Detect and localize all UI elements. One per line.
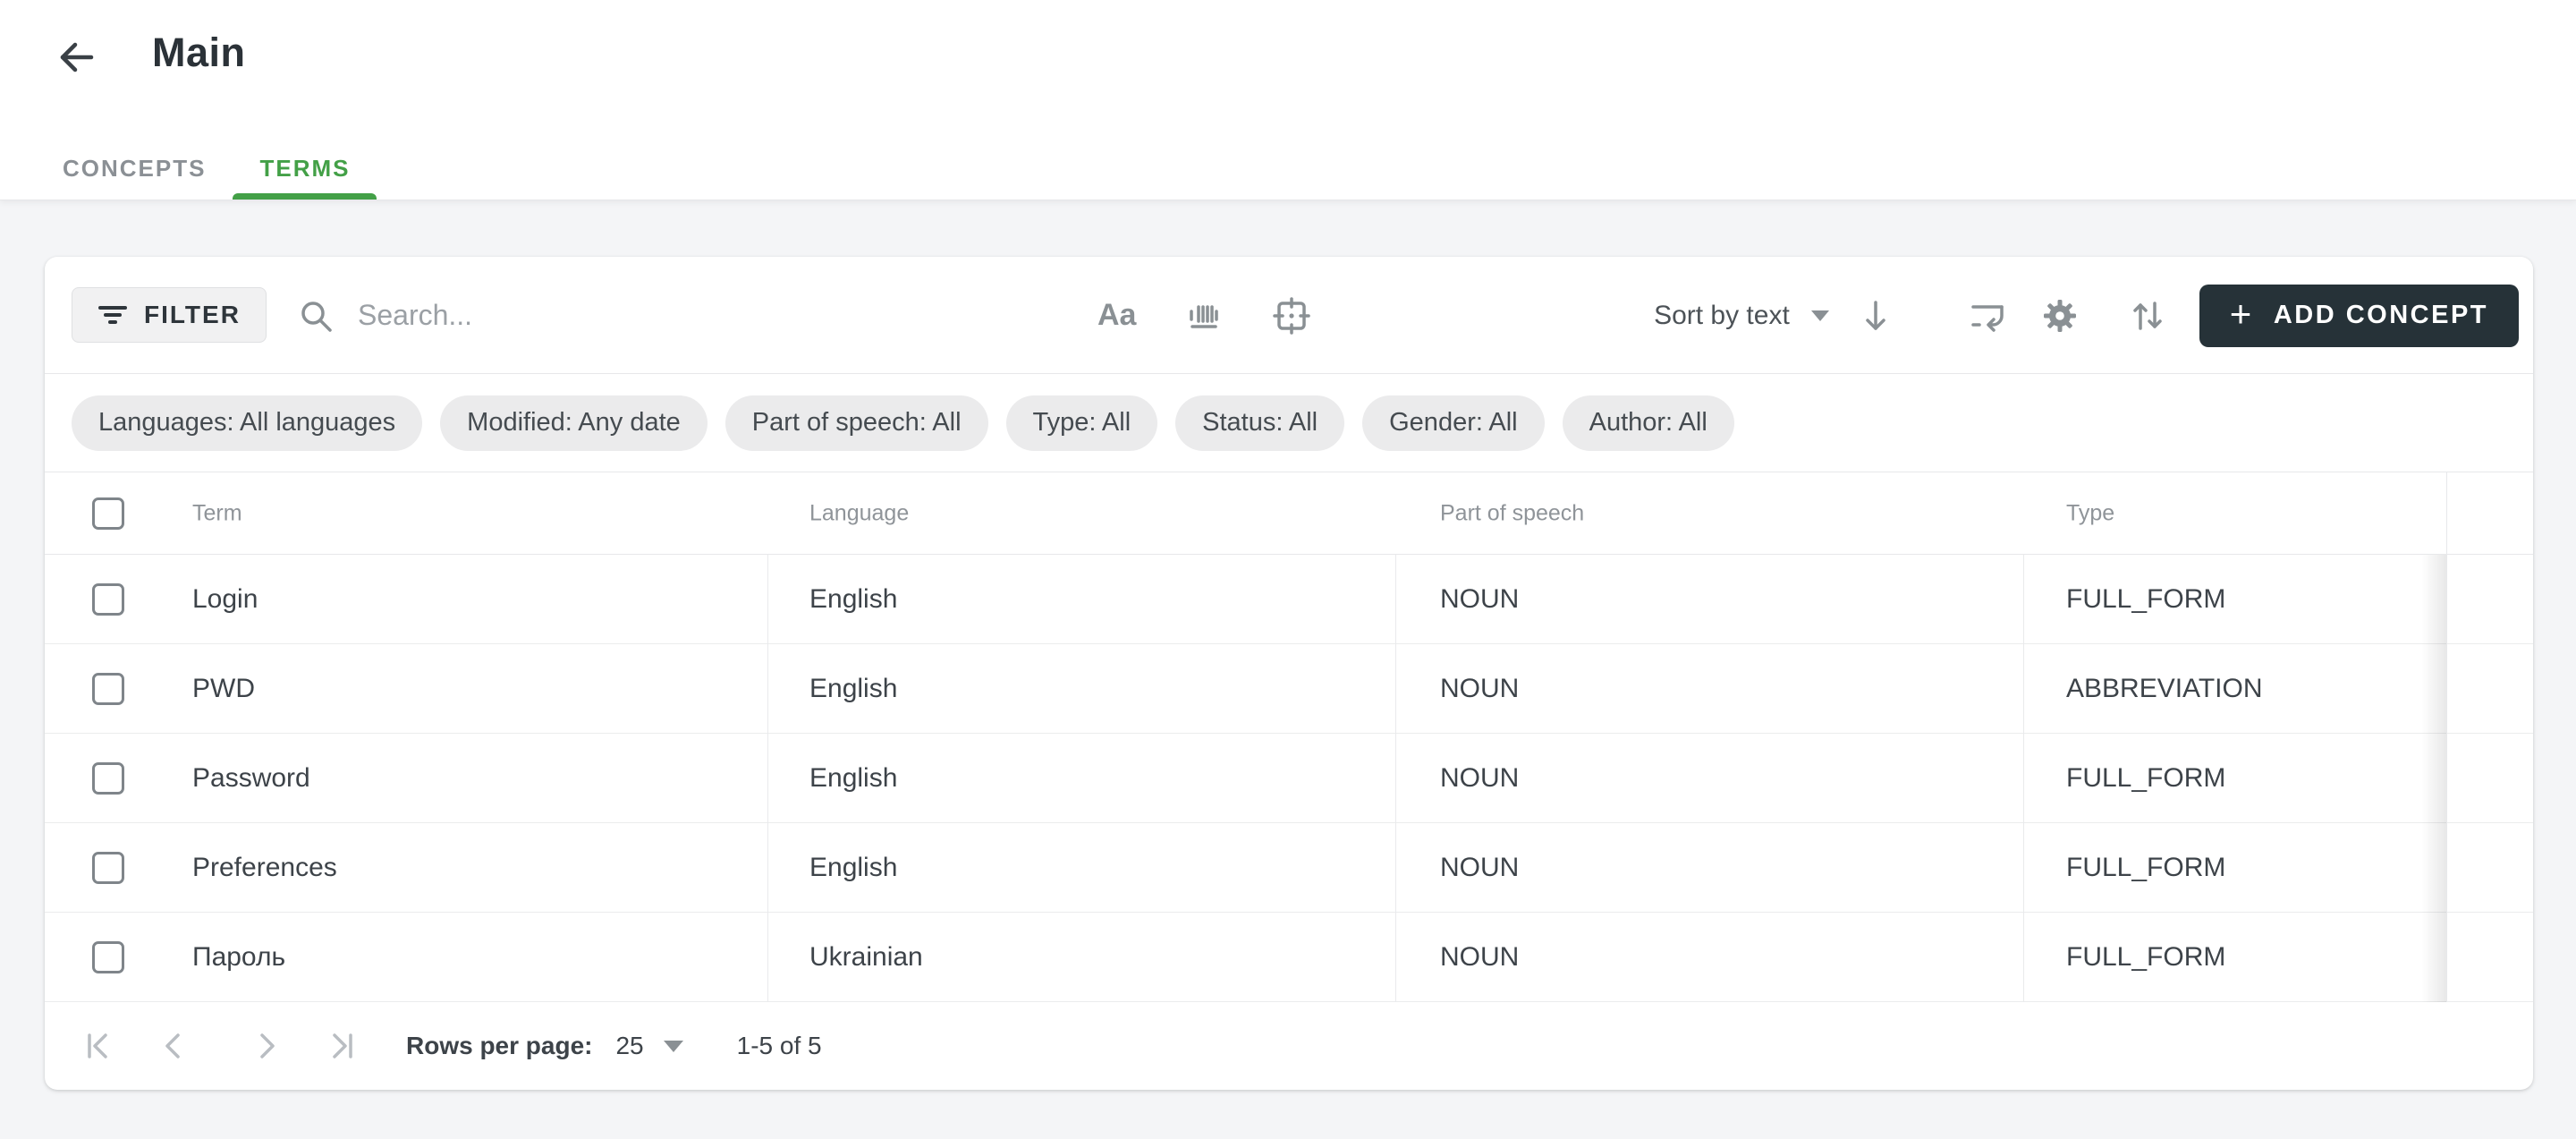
sort-direction-icon[interactable] (1856, 296, 1895, 336)
cell-type: ABBREVIATION (2066, 674, 2263, 704)
row-checkbox[interactable] (92, 673, 124, 705)
cell-language: English (809, 763, 897, 794)
cell-part-of-speech: NOUN (1440, 763, 1519, 794)
column-divider (1395, 555, 1396, 1002)
cell-part-of-speech: NOUN (1440, 674, 1519, 704)
column-header-type: Type (2066, 500, 2114, 526)
whole-word-icon[interactable] (1184, 296, 1224, 336)
add-concept-button[interactable]: + ADD CONCEPT (2199, 285, 2519, 347)
cell-type: FULL_FORM (2066, 853, 2225, 883)
cell-language: English (809, 674, 897, 704)
cell-term: PWD (192, 674, 255, 704)
toolbar-right: Sort by text (1654, 257, 2519, 374)
cell-type: FULL_FORM (2066, 763, 2225, 794)
cell-term: Login (192, 584, 258, 615)
chip-status[interactable]: Status: All (1175, 395, 1344, 451)
pinned-column-divider (2446, 472, 2447, 1002)
table-row[interactable]: Password English NOUN FULL_FORM (45, 734, 2533, 823)
chip-author[interactable]: Author: All (1563, 395, 1734, 451)
search-icon (297, 297, 335, 335)
caret-down-icon (1811, 310, 1829, 321)
column-divider (2023, 555, 2024, 1002)
chevron-bar-right-icon (320, 1026, 360, 1066)
chip-languages[interactable]: Languages: All languages (72, 395, 422, 451)
filter-icon (97, 302, 128, 328)
column-header-language: Language (809, 500, 909, 526)
table-body: Login English NOUN FULL_FORM PWD English… (45, 555, 2533, 1002)
chevron-right-icon (247, 1026, 286, 1066)
rows-per-page-caret-icon[interactable] (664, 1041, 683, 1052)
row-checkbox[interactable] (92, 762, 124, 795)
add-concept-label: ADD CONCEPT (2274, 301, 2488, 330)
cell-type: FULL_FORM (2066, 942, 2225, 973)
pinned-column-shadow (2421, 555, 2446, 1002)
last-page-button[interactable] (320, 1026, 360, 1066)
column-header-term: Term (192, 500, 242, 526)
previous-page-button[interactable] (154, 1026, 193, 1066)
chevron-left-icon (154, 1026, 193, 1066)
match-case-icon[interactable]: Aa (1097, 298, 1136, 333)
cell-term: Preferences (192, 853, 337, 883)
sort-select[interactable]: Sort by text (1654, 301, 1829, 331)
back-button[interactable] (54, 34, 100, 81)
cell-term: Password (192, 763, 310, 794)
app-bar: Main CONCEPTS TERMS (0, 0, 2576, 200)
search-input[interactable] (358, 299, 930, 332)
rows-per-page-value[interactable]: 25 (615, 1032, 643, 1060)
row-checkbox[interactable] (92, 941, 124, 973)
next-page-button[interactable] (247, 1026, 286, 1066)
search-box (297, 257, 930, 374)
gear-icon[interactable] (2040, 296, 2080, 336)
column-header-part-of-speech: Part of speech (1440, 500, 1584, 526)
cell-part-of-speech: NOUN (1440, 584, 1519, 615)
tab-bar: CONCEPTS TERMS (36, 137, 377, 200)
pagination-range: 1-5 of 5 (737, 1032, 822, 1060)
sort-select-value: Sort by text (1654, 301, 1790, 331)
arrow-left-icon (54, 34, 100, 81)
table-row[interactable]: PWD English NOUN ABBREVIATION (45, 644, 2533, 734)
table-row[interactable]: Preferences English NOUN FULL_FORM (45, 823, 2533, 913)
cell-language: English (809, 584, 897, 615)
table-row[interactable]: Login English NOUN FULL_FORM (45, 555, 2533, 644)
chip-part-of-speech[interactable]: Part of speech: All (725, 395, 988, 451)
tab-concepts[interactable]: CONCEPTS (36, 137, 233, 200)
filter-chip-row: Languages: All languages Modified: Any d… (45, 374, 2533, 472)
chip-type[interactable]: Type: All (1006, 395, 1158, 451)
select-all-checkbox[interactable] (92, 497, 124, 530)
import-export-icon[interactable] (2128, 296, 2167, 336)
chevron-bar-left-icon (80, 1026, 120, 1066)
table-header: Term Language Part of speech Type (45, 472, 2533, 555)
rows-per-page-label: Rows per page: (406, 1032, 592, 1060)
tab-terms[interactable]: TERMS (233, 137, 377, 200)
cell-part-of-speech: NOUN (1440, 942, 1519, 973)
first-page-button[interactable] (80, 1026, 120, 1066)
row-checkbox[interactable] (92, 852, 124, 884)
pagination-bar: Rows per page: 25 1-5 of 5 (45, 1002, 2533, 1090)
filter-button-label: FILTER (144, 301, 241, 329)
plus-icon: + (2230, 295, 2254, 333)
search-option-icons: Aa (1097, 257, 1311, 374)
cell-language: English (809, 853, 897, 883)
filter-button[interactable]: FILTER (72, 287, 267, 343)
chip-gender[interactable]: Gender: All (1362, 395, 1544, 451)
table-row[interactable]: Пароль Ukrainian NOUN FULL_FORM (45, 913, 2533, 1002)
page-title: Main (152, 30, 246, 76)
select-area-icon[interactable] (1272, 296, 1311, 336)
cell-type: FULL_FORM (2066, 584, 2225, 615)
cell-part-of-speech: NOUN (1440, 853, 1519, 883)
chip-modified[interactable]: Modified: Any date (440, 395, 708, 451)
wrap-text-icon[interactable] (1967, 296, 2006, 336)
cell-term: Пароль (192, 942, 285, 973)
cell-language: Ukrainian (809, 942, 923, 973)
column-divider (767, 555, 768, 1002)
toolbar: FILTER Aa (45, 257, 2533, 374)
row-checkbox[interactable] (92, 583, 124, 616)
terms-panel: FILTER Aa (45, 257, 2533, 1090)
